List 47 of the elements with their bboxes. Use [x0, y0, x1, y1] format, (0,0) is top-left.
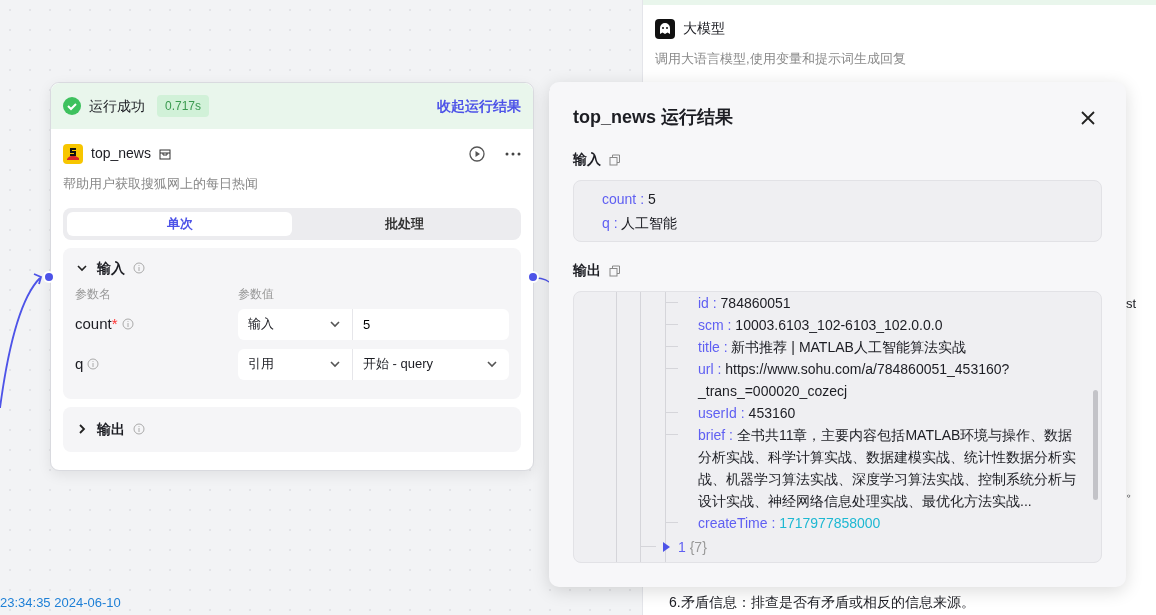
json-entry: createTime : 1717977858000 — [698, 515, 881, 531]
scrollbar-thumb[interactable] — [1093, 390, 1098, 500]
json-entry: scm : 10003.6103_102-6103_102.0.0.0 — [698, 317, 943, 333]
section-title: 输出 — [97, 419, 125, 439]
store-icon — [158, 147, 171, 160]
body-text: 6.矛盾信息：排查是否有矛盾或相反的信息来源。 — [669, 593, 975, 612]
copy-icon[interactable] — [609, 264, 621, 277]
status-text: 运行成功 — [89, 96, 145, 116]
success-icon — [63, 97, 81, 115]
port-handle[interactable] — [43, 271, 55, 283]
text-fragment: st — [1126, 295, 1137, 313]
json-entry: count : 5 — [602, 190, 657, 209]
type-select[interactable]: 输入 — [238, 308, 352, 340]
node-title: 大模型 — [683, 19, 725, 38]
json-entry: brief : 全书共11章，主要内容包括MATLAB环境与操作、数据分析实战、科学计算实战、数据建模实战、统计性数据分析实战、机器学习算法实战、深度学习算法实战、控制系统分析与设计实战、神经网络信息处理实战、最优化方法实战... — [698, 427, 1076, 509]
param-name: count* — [75, 313, 118, 334]
text-fragment: 。 — [1126, 483, 1139, 501]
column-header: 参数值 — [238, 285, 274, 303]
section-title: 输入 — [97, 258, 125, 278]
mode-tab[interactable]: 批处理 — [292, 211, 517, 236]
section-label: 输出 — [573, 261, 601, 280]
json-entry: q : 人工智能 — [602, 214, 679, 233]
json-entry: title : 新书推荐 | MATLAB人工智能算法实战 — [698, 339, 966, 355]
expand-icon[interactable] — [662, 542, 670, 552]
copy-icon[interactable] — [609, 153, 621, 166]
duration-badge: 0.717s — [157, 95, 210, 117]
json-entry: url : https://www.sohu.com/a/784860051_453160?_trans_=000020_cozecj — [698, 361, 1010, 399]
value-field[interactable]: 5 — [353, 308, 509, 340]
ghost-icon — [655, 18, 675, 39]
panel-title: top_news 运行结果 — [573, 106, 733, 129]
collapse-link[interactable]: 收起运行结果 — [437, 95, 521, 117]
node-description: 调用大语言模型,使用变量和提示词生成回复 — [655, 51, 906, 66]
json-entry: userId : 453160 — [698, 405, 796, 421]
node-title: top_news — [91, 144, 151, 163]
json-entry[interactable]: 1 {7} — [678, 536, 707, 558]
json-entry: id : 784860051 — [698, 295, 791, 311]
type-select[interactable]: 引用 — [238, 348, 352, 380]
close-icon[interactable] — [1081, 110, 1095, 125]
mode-tab[interactable]: 单次 — [67, 211, 292, 236]
param-name: q — [75, 353, 84, 374]
play-icon[interactable] — [469, 145, 485, 162]
logo-icon — [63, 143, 83, 164]
section-label: 输入 — [573, 150, 601, 169]
column-header: 参数名 — [75, 286, 111, 301]
node-description: 帮助用户获取搜狐网上的每日热闻 — [63, 176, 258, 191]
value-select[interactable]: 开始 - query — [353, 348, 509, 380]
timestamp: 23:34:35 2024-06-10 — [0, 593, 121, 612]
